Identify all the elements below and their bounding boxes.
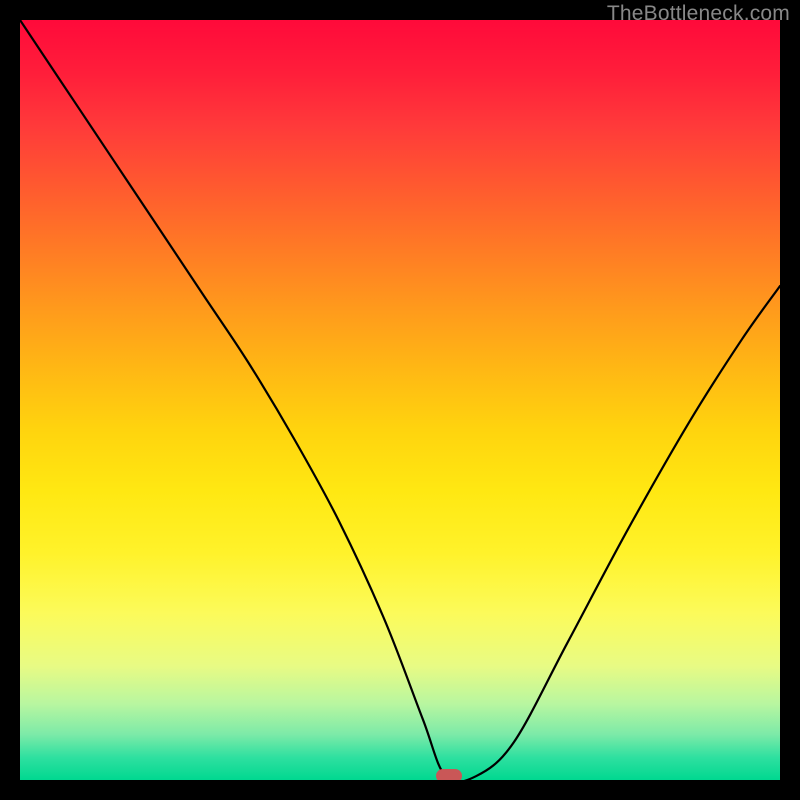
chart-frame: TheBottleneck.com [0,0,800,800]
gradient-background [20,20,780,780]
plot-area [20,20,780,780]
